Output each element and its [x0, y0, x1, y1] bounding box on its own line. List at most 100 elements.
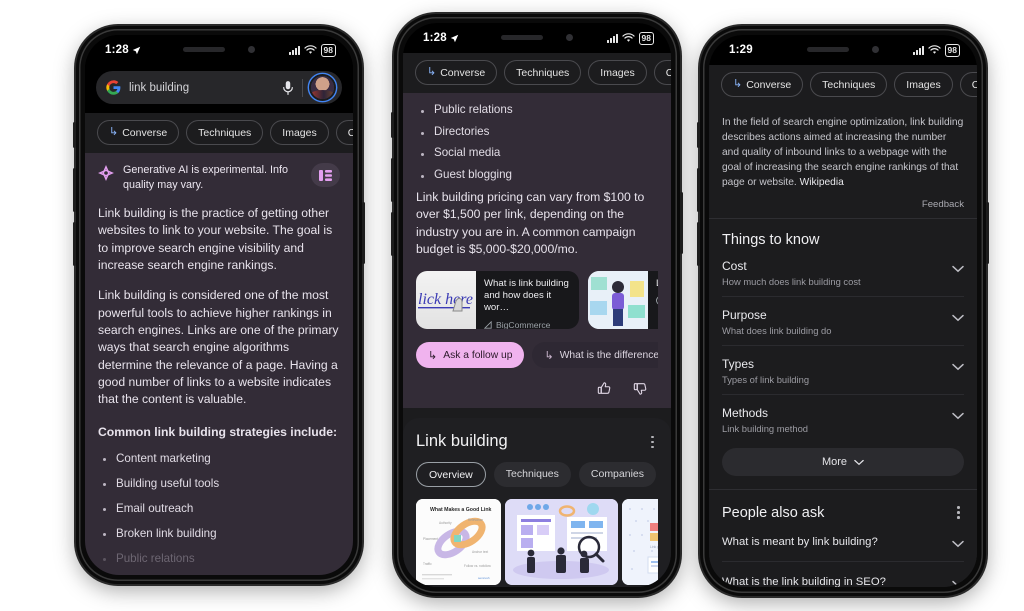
- filter-chips-row[interactable]: ↳ Converse Techniques Images Companies: [709, 65, 977, 105]
- chip-images[interactable]: Images: [270, 120, 329, 145]
- power-button[interactable]: [680, 192, 683, 254]
- chevron-down-icon[interactable]: [952, 538, 964, 550]
- chip-companies[interactable]: Companies: [959, 72, 977, 97]
- phone-one-screen: 1:28 98 link building ↳ Converse Techniq…: [85, 35, 353, 575]
- volume-down-button[interactable]: [697, 222, 700, 266]
- things-to-know-item-cost[interactable]: Cost How much does link building cost: [722, 248, 964, 296]
- generative-ai-panel: Public relations Directories Social medi…: [403, 93, 671, 409]
- item-title: Methods: [722, 406, 769, 421]
- chip-techniques[interactable]: Techniques: [504, 60, 582, 85]
- thumbs-down-icon[interactable]: [633, 381, 648, 396]
- ai-paragraph: Link building pricing can vary from $100…: [416, 190, 645, 256]
- power-button[interactable]: [362, 202, 365, 264]
- more-label: More: [821, 456, 848, 469]
- item-subtitle: How much does link building cost: [722, 276, 861, 288]
- list-item: Social media: [416, 146, 658, 159]
- layout-toggle-icon[interactable]: [311, 163, 340, 187]
- thumbs-up-icon[interactable]: [597, 381, 612, 396]
- phone-two-screen: 1:28 98 ↳ Converse Techniques Images C P…: [403, 23, 671, 587]
- chip-label: Images: [906, 78, 941, 91]
- microphone-icon[interactable]: [282, 80, 294, 96]
- knowledge-image[interactable]: What Makes a Good Link Authority Relevan…: [416, 499, 501, 586]
- followup-chips-row[interactable]: ↳ Ask a follow up ↳ What is the differen…: [416, 342, 658, 369]
- chevron-down-icon[interactable]: [952, 578, 964, 587]
- kebab-menu-icon[interactable]: [647, 433, 658, 452]
- chevron-down-icon[interactable]: [952, 410, 964, 422]
- status-left: 1:29: [729, 44, 753, 56]
- wikipedia-source-link[interactable]: Wikipedia: [800, 177, 844, 188]
- list-item: Building useful tools: [98, 476, 340, 492]
- power-button[interactable]: [986, 202, 989, 264]
- mute-switch[interactable]: [73, 122, 76, 148]
- search-input[interactable]: link building: [129, 82, 274, 94]
- paa-question[interactable]: What is meant by link building?: [722, 522, 964, 561]
- volume-down-button[interactable]: [391, 212, 394, 256]
- mute-switch[interactable]: [391, 112, 394, 138]
- item-text: Cost How much does link building cost: [722, 259, 861, 287]
- search-bar[interactable]: link building: [96, 71, 342, 104]
- things-to-know-item-types[interactable]: Types Types of link building: [722, 346, 964, 394]
- knowledge-image[interactable]: Link graph: [622, 499, 658, 586]
- avatar[interactable]: [311, 76, 334, 99]
- svg-text:Follow vs. nofollow: Follow vs. nofollow: [464, 564, 491, 568]
- chip-label: Companies: [665, 66, 671, 79]
- knowledge-card-title: Link building: [416, 432, 508, 451]
- google-g-icon: [106, 80, 121, 95]
- reply-arrow-icon: ↳: [109, 126, 119, 138]
- volume-up-button[interactable]: [391, 158, 394, 202]
- chip-images[interactable]: Images: [894, 72, 953, 97]
- chip-techniques[interactable]: Techniques: [810, 72, 888, 97]
- source-card[interactable]: lick here What is link building and how …: [416, 271, 579, 330]
- front-camera: [566, 34, 573, 41]
- volume-up-button[interactable]: [697, 168, 700, 212]
- svg-text:Authority: Authority: [439, 521, 452, 525]
- chip-companies[interactable]: Companies: [335, 120, 353, 145]
- kebab-menu-icon[interactable]: [953, 503, 964, 522]
- chip-label: Companies: [347, 126, 353, 139]
- svg-text:What Makes a Good Link: What Makes a Good Link: [430, 507, 492, 513]
- mute-switch[interactable]: [697, 122, 700, 148]
- chevron-down-icon[interactable]: [952, 361, 964, 373]
- chip-images[interactable]: Images: [588, 60, 647, 85]
- suggested-question-chip[interactable]: ↳ What is the difference between: [532, 342, 658, 369]
- things-to-know-item-methods[interactable]: Methods Link building method: [722, 395, 964, 443]
- source-cards-row[interactable]: lick here What is link building and how …: [416, 271, 658, 330]
- tab-overview[interactable]: Overview: [416, 462, 486, 488]
- list-item: Directories: [416, 125, 658, 138]
- people-also-ask-section: People also ask What is meant by link bu…: [709, 490, 977, 587]
- generative-ai-panel: Generative AI is experimental. Info qual…: [85, 153, 353, 575]
- volume-up-button[interactable]: [73, 168, 76, 212]
- feedback-row[interactable]: [416, 381, 658, 396]
- paa-question[interactable]: What is the link building in SEO?: [722, 562, 964, 587]
- item-title: Types: [722, 357, 755, 372]
- volume-down-button[interactable]: [73, 222, 76, 266]
- chip-label: Converse: [440, 66, 486, 79]
- things-to-know-item-purpose[interactable]: Purpose What does link building do: [722, 297, 964, 345]
- more-button[interactable]: More: [722, 448, 964, 477]
- tab-companies[interactable]: Companies: [578, 462, 657, 488]
- knowledge-card-tabs[interactable]: Overview Techniques Companies: [416, 462, 658, 488]
- earpiece-speaker: [807, 47, 849, 52]
- chip-converse[interactable]: ↳ Converse: [415, 60, 498, 85]
- knowledge-image-strip[interactable]: What Makes a Good Link Authority Relevan…: [416, 499, 658, 586]
- list-item: Email outreach: [98, 501, 340, 517]
- tab-techniques[interactable]: Techniques: [493, 462, 571, 488]
- chevron-down-icon[interactable]: [952, 263, 964, 275]
- filter-chips-row[interactable]: ↳ Converse Techniques Images Companies: [403, 53, 671, 93]
- chip-converse[interactable]: ↳ Converse: [97, 120, 180, 145]
- item-title: Cost: [722, 259, 747, 274]
- chevron-down-icon[interactable]: [952, 312, 964, 324]
- source-card[interactable]: Lin Th: [588, 271, 658, 330]
- paa-header: People also ask: [722, 503, 964, 522]
- ask-followup-button[interactable]: ↳ Ask a follow up: [416, 342, 525, 369]
- screenshot-stage: 1:28 98 link building ↳ Converse Techniq…: [0, 0, 1024, 611]
- ai-strategy-list: Content marketing Building useful tools …: [98, 451, 340, 567]
- filter-chips-row[interactable]: ↳ Converse Techniques Images Companies: [85, 113, 353, 153]
- feedback-link[interactable]: Feedback: [709, 190, 977, 218]
- source-site-label: BigCommerce: [496, 320, 551, 330]
- knowledge-image[interactable]: [505, 499, 618, 586]
- chip-techniques[interactable]: Techniques: [186, 120, 264, 145]
- chip-converse[interactable]: ↳ Converse: [721, 72, 804, 97]
- list-item: Public relations: [98, 551, 340, 567]
- chip-companies[interactable]: Companies: [653, 60, 671, 85]
